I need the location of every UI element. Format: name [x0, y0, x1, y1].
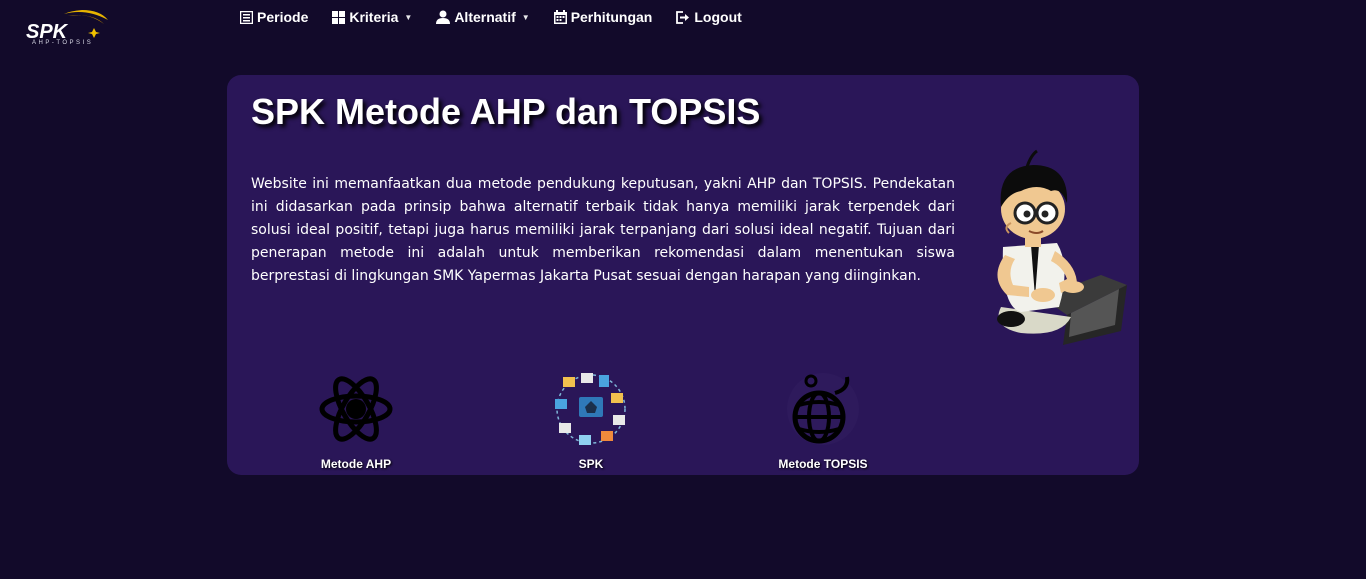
feature-spk[interactable]: SPK [521, 367, 661, 471]
feature-metode-ahp[interactable]: Metode AHP [286, 367, 426, 471]
brand-logo-text: SPK [26, 21, 69, 42]
chevron-down-icon: ▼ [404, 12, 413, 22]
star-icon [88, 28, 100, 38]
brand-tagline: AHP-TOPSIS [32, 40, 94, 46]
list-icon [240, 10, 253, 24]
feature-label-topsis: Metode TOPSIS [778, 457, 868, 471]
nav-label-logout: Logout [694, 9, 742, 25]
nav-item-kriteria[interactable]: Kriteria ▼ [332, 9, 412, 25]
brand-logo[interactable]: SPK AHP-TOPSIS [24, 6, 114, 50]
nav-label-kriteria: Kriteria [349, 9, 399, 25]
nav-item-logout[interactable]: Logout [676, 9, 742, 25]
chevron-down-icon: ▼ [521, 12, 530, 22]
atom-icon [319, 376, 393, 442]
hero-description: Website ini memanfaatkan dua metode pend… [251, 176, 955, 284]
nav-item-periode[interactable]: Periode [240, 9, 308, 25]
page-title: SPK Metode AHP dan TOPSIS [251, 91, 761, 132]
feature-label-spk: SPK [578, 457, 604, 471]
nav-label-alternatif: Alternatif [454, 9, 516, 25]
nav-item-perhitungan[interactable]: Perhitungan [553, 9, 653, 25]
nav-label-periode: Periode [257, 9, 309, 25]
feature-metode-topsis[interactable]: Metode TOPSIS [753, 367, 893, 471]
feature-label-ahp: Metode AHP [320, 457, 392, 471]
network-icon [555, 373, 626, 445]
logout-icon [676, 10, 690, 24]
user-icon [436, 10, 451, 24]
mascot-illustration [997, 149, 1127, 345]
nav-item-alternatif[interactable]: Alternatif ▼ [436, 9, 530, 25]
calendar-icon [553, 10, 567, 24]
hero-panel: SPK Metode AHP dan TOPSIS Website ini me… [227, 75, 1139, 475]
main-nav: Periode Kriteria ▼ Alternatif ▼ Perhitun… [240, 0, 766, 34]
grid-icon [332, 10, 346, 24]
globe-icon [787, 373, 859, 445]
nav-label-perhitungan: Perhitungan [570, 9, 653, 25]
